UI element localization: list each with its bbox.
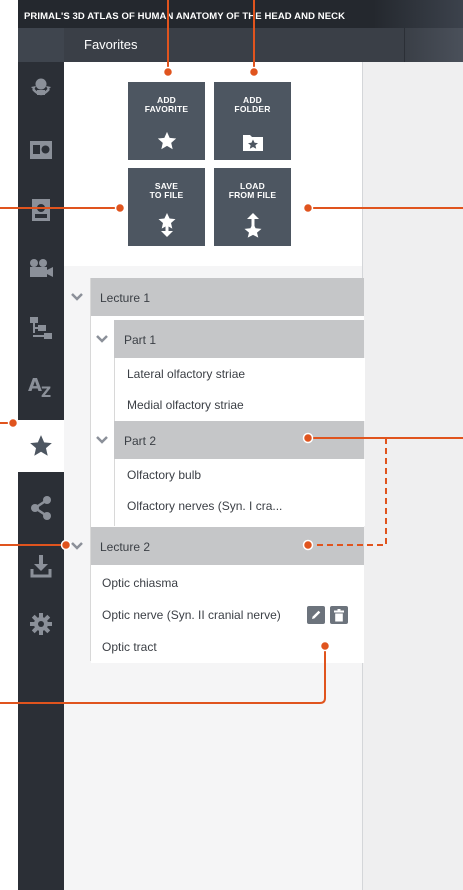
download-icon xyxy=(30,555,52,578)
viewport-area xyxy=(363,62,463,890)
sidebar-item-download[interactable] xyxy=(18,540,64,592)
favorites-toolbar: ADD FAVORITE ADD FOLDER SAVE TO FILE LOA… xyxy=(64,62,363,266)
panel-header: Favorites xyxy=(64,28,463,62)
svg-text:Z: Z xyxy=(41,385,51,399)
sidebar-item-index[interactable]: A Z xyxy=(18,360,64,412)
list-item[interactable]: Medial olfactory striae xyxy=(115,389,365,421)
folder-star-icon xyxy=(242,135,263,151)
sidebar-item-favorites[interactable] xyxy=(18,420,64,472)
panel-header-right xyxy=(405,28,463,62)
trash-icon xyxy=(334,608,344,621)
chevron-down-icon[interactable] xyxy=(71,292,83,302)
callout-dot xyxy=(7,417,19,429)
add-favorite-label: ADD FAVORITE xyxy=(144,95,189,114)
sidebar-item-contact[interactable] xyxy=(18,184,64,236)
tree-folder-lecture-1[interactable]: Lecture 1 xyxy=(71,278,364,316)
app-title-bar: PRIMAL'S 3D ATLAS OF HUMAN ANATOMY OF TH… xyxy=(18,0,463,28)
slides-icon xyxy=(30,141,52,159)
sidebar: A Z xyxy=(18,62,64,890)
add-favorite-button[interactable]: ADD FAVORITE xyxy=(128,82,205,160)
list-item[interactable]: Olfactory nerves (Syn. I cra... xyxy=(115,490,365,522)
svg-text:A: A xyxy=(28,375,42,396)
tree-folder-part-1[interactable]: Part 1 xyxy=(96,320,364,358)
sidebar-item-settings[interactable] xyxy=(18,598,64,650)
list-item-label: Lateral olfactory striae xyxy=(127,367,246,381)
title-bar-fade xyxy=(373,0,463,28)
edit-button[interactable] xyxy=(307,606,325,624)
app-title: PRIMAL'S 3D ATLAS OF HUMAN ANATOMY OF TH… xyxy=(24,11,346,22)
sidebar-item-slides[interactable] xyxy=(18,124,64,176)
tree-folder-label: Lecture 2 xyxy=(100,540,151,554)
list-item[interactable]: Optic tract xyxy=(91,631,364,663)
list-item-label: Optic tract xyxy=(102,640,157,654)
save-to-file-label: SAVE TO FILE xyxy=(149,181,184,200)
tree-folder-label: Lecture 1 xyxy=(100,291,151,305)
tree-folder-label: Part 2 xyxy=(124,434,157,448)
rotate-model-icon xyxy=(31,78,51,96)
share-icon xyxy=(31,496,51,520)
list-item[interactable]: Optic chiasma xyxy=(91,567,364,599)
list-item-label: Optic nerve (Syn. II cranial nerve) xyxy=(102,608,281,622)
list-item[interactable]: Optic nerve (Syn. II cranial nerve) xyxy=(91,599,364,631)
chevron-down-icon[interactable] xyxy=(96,334,108,344)
tree-folder-label: Part 1 xyxy=(124,333,157,347)
sidebar-item-video[interactable] xyxy=(18,242,64,294)
save-to-file-button[interactable]: SAVE TO FILE xyxy=(128,168,205,246)
sidebar-item-share[interactable] xyxy=(18,482,64,534)
list-item-label: Optic chiasma xyxy=(102,576,179,590)
settings-gear-icon xyxy=(30,613,52,635)
load-star-icon xyxy=(244,213,261,238)
list-item[interactable]: Olfactory bulb xyxy=(115,459,365,491)
hierarchy-tree-icon xyxy=(30,317,52,339)
add-folder-button[interactable]: ADD FOLDER xyxy=(214,82,291,160)
a-z-index-icon: A Z xyxy=(28,375,51,399)
part-2-items: Olfactory bulb Olfactory nerves (Syn. I … xyxy=(114,459,365,526)
part-1-items: Lateral olfactory striae Medial olfactor… xyxy=(114,358,365,421)
load-from-file-label: LOAD FROM FILE xyxy=(228,181,277,200)
contact-card-icon xyxy=(32,199,50,221)
list-item-label: Medial olfactory striae xyxy=(127,398,244,412)
sidebar-item-rotate[interactable] xyxy=(18,62,64,114)
video-camera-icon xyxy=(30,259,53,277)
star-icon xyxy=(157,131,176,150)
pencil-icon xyxy=(312,610,321,619)
list-item-label: Olfactory bulb xyxy=(127,468,202,482)
save-star-icon xyxy=(158,213,175,237)
chevron-down-icon[interactable] xyxy=(71,541,83,551)
star-icon xyxy=(30,435,52,456)
sidebar-item-hierarchy[interactable] xyxy=(18,302,64,354)
list-item-label: Olfactory nerves (Syn. I cra... xyxy=(127,499,283,513)
tree-folder-part-2[interactable]: Part 2 xyxy=(96,421,364,459)
chevron-down-icon[interactable] xyxy=(96,435,108,445)
delete-button[interactable] xyxy=(330,606,348,624)
list-item[interactable]: Lateral olfactory striae xyxy=(115,358,365,390)
favorites-tree: Lecture 1 Part 1 Lateral olfactory stria… xyxy=(71,278,365,663)
panel-title: Favorites xyxy=(84,37,138,52)
tree-folder-lecture-2[interactable]: Lecture 2 xyxy=(71,527,364,565)
sidebar-top-tab xyxy=(18,28,64,62)
load-from-file-button[interactable]: LOAD FROM FILE xyxy=(214,168,291,246)
add-folder-label: ADD FOLDER xyxy=(234,95,271,114)
